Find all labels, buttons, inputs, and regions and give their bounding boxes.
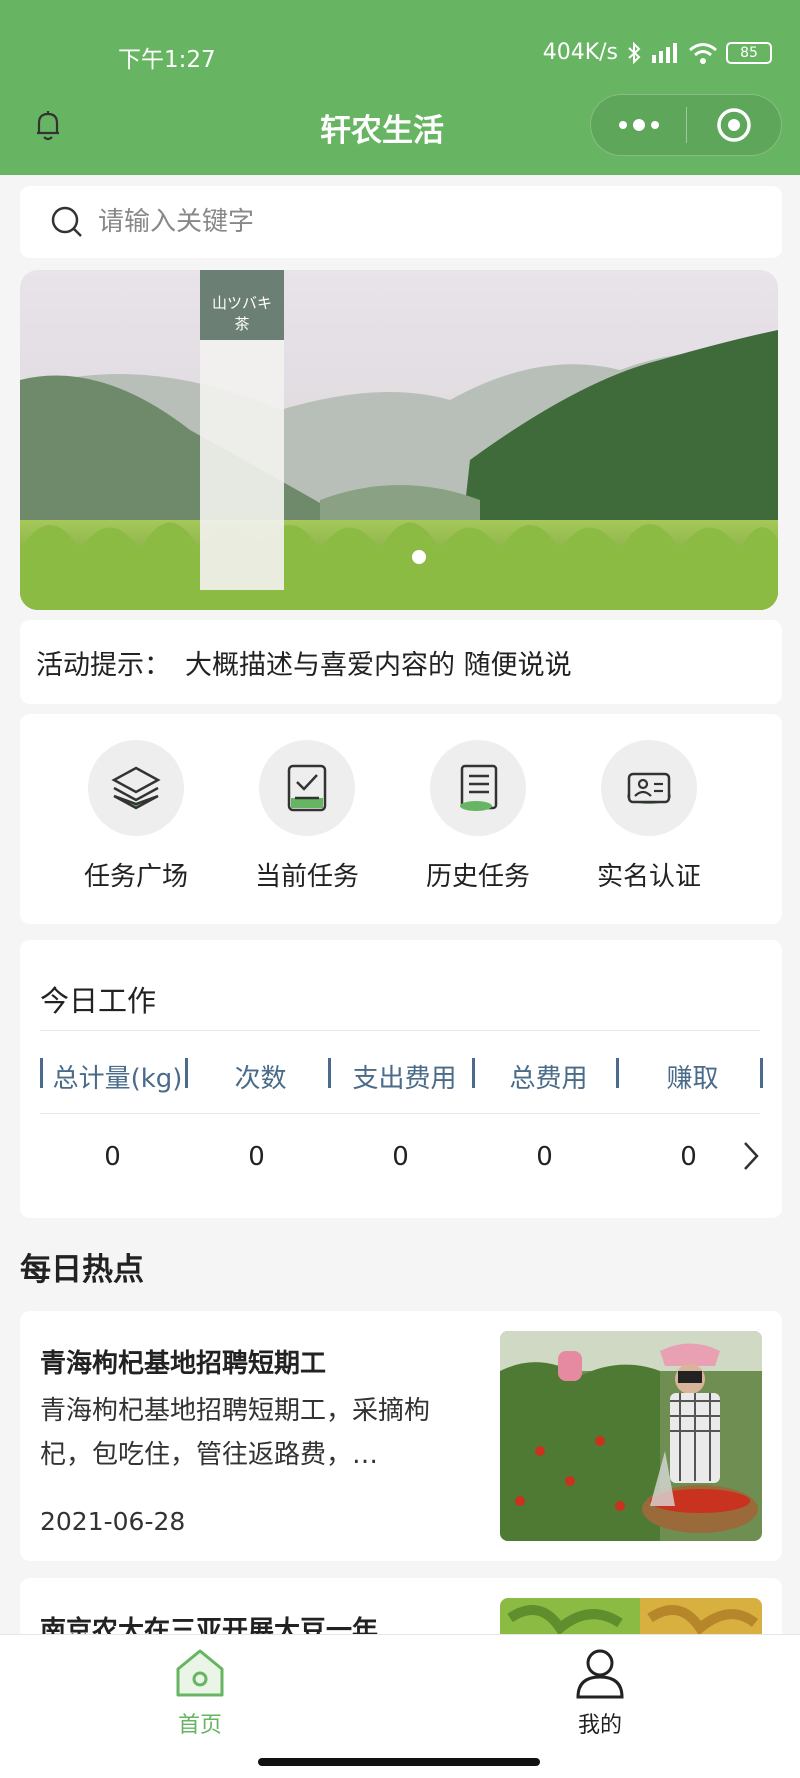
today-work-title: 今日工作 [40, 984, 157, 1018]
column-divider [40, 1058, 43, 1088]
task-square-label: 任务广场 [83, 862, 188, 892]
tab-home[interactable]: 首页 [100, 1647, 300, 1739]
column-divider [328, 1058, 331, 1088]
current-task-label: 当前任务 [254, 862, 359, 892]
daily-hot-title: 每日热点 [20, 1252, 144, 1288]
history-task-button[interactable]: 历史任务 [413, 740, 543, 893]
task-square-button[interactable]: 任务广场 [71, 740, 201, 893]
home-indicator [258, 1758, 540, 1766]
current-task-button[interactable]: 当前任务 [242, 740, 372, 893]
today-work-card[interactable]: 今日工作 总计量(kg) 次数 支出费用 总费用 赚取 0 0 0 0 0 [20, 940, 782, 1218]
target-icon [717, 108, 751, 142]
column-divider [616, 1058, 619, 1088]
banner-carousel[interactable]: 山ツバキ茶 [20, 270, 778, 610]
banner-sign-text: 山ツバキ茶 [211, 294, 272, 333]
quick-actions: 任务广场 当前任务 历史任务 实名认证 [20, 714, 782, 924]
news-summary: 青海枸杞基地招聘短期工，采摘枸杞，包吃住，管往返路费，… [40, 1396, 431, 1470]
tab-mine-label: 我的 [577, 1713, 622, 1738]
layers-icon [111, 766, 161, 810]
more-button[interactable] [591, 95, 686, 155]
document-icon [460, 764, 498, 811]
icon-circle [259, 740, 355, 836]
network-speed: 404K/s [542, 40, 618, 65]
col-header-total-weight: 总计量(kg) [52, 1064, 183, 1094]
icon-circle [88, 740, 184, 836]
icon-circle [601, 740, 697, 836]
battery-icon: 85 [726, 41, 772, 64]
tab-mine[interactable]: 我的 [500, 1647, 700, 1739]
signal-icon [652, 42, 677, 63]
search-input[interactable] [98, 207, 698, 237]
search-icon [51, 206, 82, 237]
value-expense: 0 [392, 1142, 409, 1172]
close-button[interactable] [687, 106, 781, 144]
status-time: 下午1:27 [118, 47, 216, 73]
bottom-tab-bar: 首页 我的 [0, 1634, 800, 1778]
carousel-indicator[interactable] [412, 550, 426, 564]
column-divider [472, 1058, 475, 1088]
divider [40, 1113, 760, 1114]
tab-home-label: 首页 [177, 1713, 222, 1738]
value-total-cost: 0 [536, 1142, 553, 1172]
value-total-weight: 0 [104, 1142, 121, 1172]
chevron-right-icon[interactable] [740, 1140, 762, 1176]
notice-label: 活动提示： [36, 649, 171, 681]
col-header-earned: 赚取 [666, 1064, 719, 1094]
home-icon [176, 1649, 224, 1697]
bluetooth-icon [628, 41, 641, 64]
col-header-expense: 支出费用 [352, 1064, 457, 1094]
icon-circle [430, 740, 526, 836]
status-icons: 404K/s 85 [543, 40, 772, 65]
id-card-icon [627, 772, 671, 804]
mini-program-capsule [590, 94, 782, 156]
value-count: 0 [248, 1142, 265, 1172]
news-item[interactable]: 青海枸杞基地招聘短期工 青海枸杞基地招聘短期工，采摘枸杞，包吃住，管往返路费，…… [20, 1311, 782, 1561]
user-icon [576, 1649, 624, 1699]
real-name-auth-button[interactable]: 实名认证 [584, 740, 714, 893]
history-task-label: 历史任务 [425, 862, 530, 892]
more-dot-icon [650, 121, 659, 129]
banner-image [20, 270, 778, 610]
nav-bar: 下午1:27 404K/s 85 轩农生活 [0, 0, 800, 175]
news-thumbnail [500, 1331, 762, 1541]
col-header-count: 次数 [234, 1064, 287, 1094]
more-dot-icon [618, 121, 627, 129]
col-header-total-cost: 总费用 [509, 1064, 588, 1094]
divider [40, 1030, 760, 1031]
wifi-icon [689, 42, 717, 64]
search-bar[interactable] [20, 186, 782, 258]
real-name-auth-label: 实名认证 [596, 862, 701, 892]
activity-notice[interactable]: 活动提示： 大概描述与喜爱内容的 随便说说 [20, 620, 782, 704]
task-check-icon [287, 764, 327, 812]
notice-text: 大概描述与喜爱内容的 随便说说 [185, 649, 572, 681]
news-date: 2021-06-28 [40, 1507, 186, 1536]
more-dot-icon [632, 119, 645, 131]
news-title: 青海枸杞基地招聘短期工 [40, 1349, 327, 1379]
column-divider [760, 1058, 763, 1088]
